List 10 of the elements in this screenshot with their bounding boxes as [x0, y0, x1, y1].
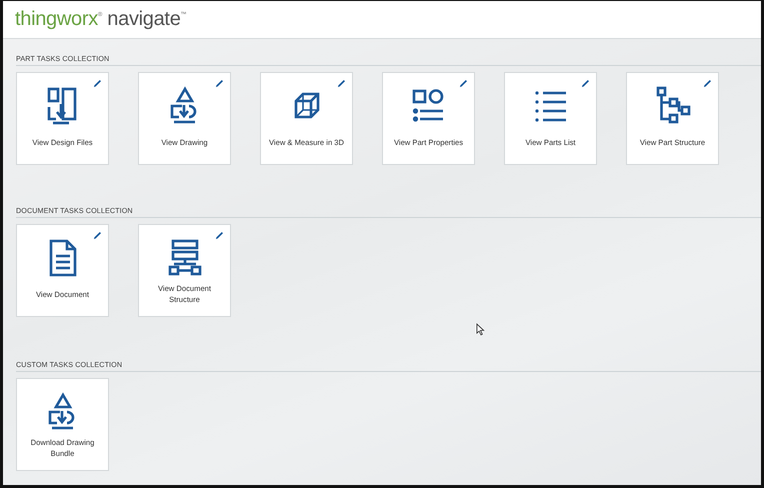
pencil-icon[interactable]	[215, 231, 224, 240]
pencil-icon[interactable]	[703, 79, 712, 88]
pencil-icon[interactable]	[93, 231, 102, 240]
pencil-icon[interactable]	[581, 79, 590, 88]
mouse-pointer-icon	[476, 323, 485, 336]
pencil-icon[interactable]	[215, 79, 224, 88]
pencil-icon[interactable]	[93, 79, 102, 88]
logo: thingworx$^{®}$ navigate$^{™}$	[15, 8, 186, 31]
pencil-icon[interactable]	[337, 79, 346, 88]
pencil-icon[interactable]	[459, 79, 468, 88]
